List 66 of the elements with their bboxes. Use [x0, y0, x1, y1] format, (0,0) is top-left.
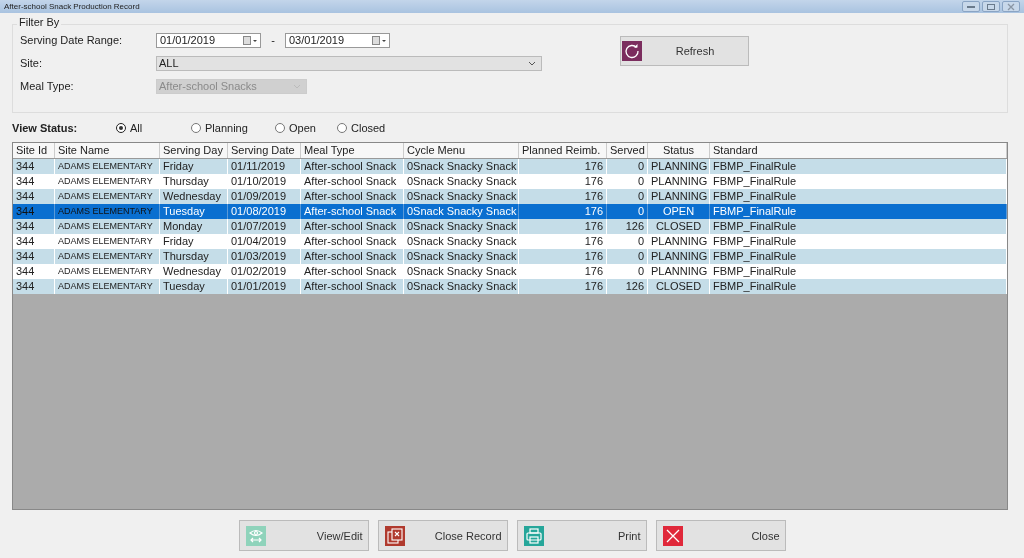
table-cell: Tuesday: [160, 279, 228, 294]
calendar-dropdown-icon: [243, 35, 257, 45]
site-dropdown[interactable]: ALL: [156, 55, 542, 71]
table-row[interactable]: 344 ADAMS ELEMENTARY Tuesday 01/01/2019 After-school Snack 0Snack Snacky Snack 176 126 CLOSED FBMP_FinalRule: [13, 279, 1007, 294]
table-row[interactable]: 344 ADAMS ELEMENTARY Thursday 01/03/2019 After-school Snack 0Snack Snacky Snack 176 0 PLANNING FBMP_FinalRule: [13, 249, 1007, 264]
table-cell: After-school Snack: [301, 279, 404, 294]
column-header[interactable]: Serving Date: [228, 143, 301, 158]
chevron-down-icon: [528, 60, 536, 66]
eye-icon: [245, 525, 266, 546]
field-label: Meal Type:: [20, 80, 75, 92]
column-header[interactable]: Served: [607, 143, 648, 158]
close-icon: [662, 525, 683, 546]
refresh-icon: [622, 41, 642, 61]
column-header[interactable]: Status: [648, 143, 710, 158]
close-record-icon: [384, 525, 405, 546]
table-row[interactable]: 344 ADAMS ELEMENTARY Wednesday 01/02/2019 After-school Snack 0Snack Snacky Snack 176 0 PLANNING FBMP_FinalRule: [13, 264, 1007, 279]
table-cell: CLOSED: [648, 279, 710, 294]
radio-button[interactable]: [337, 123, 347, 133]
radio-button[interactable]: [275, 123, 285, 133]
refresh-button[interactable]: Refresh: [620, 36, 749, 66]
table-row[interactable]: 344 ADAMS ELEMENTARY Friday 01/04/2019 After-school Snack 0Snack Snacky Snack 176 0 PLANNING FBMP_FinalRule: [13, 234, 1007, 249]
close-window-button[interactable]: [1002, 1, 1020, 12]
action-button[interactable]: Close: [655, 520, 786, 551]
field-label: Serving Date Range:: [20, 34, 124, 46]
column-header[interactable]: Serving Day: [160, 143, 228, 158]
radio-label[interactable]: Closed: [351, 122, 386, 134]
table-cell: 0Snack Snacky Snack: [404, 279, 519, 294]
printer-icon: [523, 525, 544, 546]
field-label: Site:: [20, 57, 43, 69]
table-row[interactable]: 344 ADAMS ELEMENTARY Monday 01/07/2019 After-school Snack 0Snack Snacky Snack 176 126 CLOSED FBMP_FinalRule: [13, 219, 1007, 234]
radio-label[interactable]: Planning: [205, 122, 248, 134]
table-cell: 344: [13, 279, 55, 294]
minimize-icon: [966, 3, 976, 10]
maximize-button[interactable]: [982, 1, 1000, 12]
table-row[interactable]: 344 ADAMS ELEMENTARY Thursday 01/10/2019 After-school Snack 0Snack Snacky Snack 176 0 PLANNING FBMP_FinalRule: [13, 174, 1007, 189]
table-row[interactable]: 344 ADAMS ELEMENTARY Tuesday 01/08/2019 After-school Snack 0Snack Snacky Snack 176 0 OPEN FBMP_FinalRule: [13, 204, 1007, 219]
action-button[interactable]: Close Record: [377, 520, 508, 551]
column-header[interactable]: Meal Type: [301, 143, 404, 158]
column-header[interactable]: Site Name: [55, 143, 160, 158]
table-row[interactable]: 344 ADAMS ELEMENTARY Friday 01/11/2019 After-school Snack 0Snack Snacky Snack 176 0 PLANNING FBMP_FinalRule: [13, 159, 1007, 174]
radio-button[interactable]: [191, 123, 201, 133]
date-field[interactable]: 03/01/2019: [285, 32, 390, 48]
table-cell: 176: [519, 279, 607, 294]
calendar-dropdown-icon: [372, 35, 386, 45]
table-cell: 126: [607, 279, 648, 294]
column-header[interactable]: Standard: [710, 143, 1007, 158]
maximize-icon: [986, 2, 996, 11]
group-legend: Filter By: [17, 16, 62, 28]
table-cell: 01/01/2019: [228, 279, 301, 294]
range-separator: -: [270, 34, 276, 46]
table-cell: FBMP_FinalRule: [710, 279, 1007, 294]
table-row[interactable]: 344 ADAMS ELEMENTARY Wednesday 01/09/2019 After-school Snack 0Snack Snacky Snack 176 0 PLANNING FBMP_FinalRule: [13, 189, 1007, 204]
column-header[interactable]: Cycle Menu: [404, 143, 519, 158]
minimize-button[interactable]: [962, 1, 980, 12]
action-button[interactable]: Print: [516, 520, 647, 551]
column-header[interactable]: Site Id: [13, 143, 55, 158]
action-button[interactable]: View/Edit: [238, 520, 369, 551]
window-title: After-school Snack Production Record: [4, 2, 140, 11]
radio-label[interactable]: All: [130, 122, 143, 134]
date-field[interactable]: 01/01/2019: [156, 32, 261, 48]
column-header[interactable]: Planned Reimb.: [519, 143, 607, 158]
radio-button[interactable]: [116, 123, 126, 133]
radio-label[interactable]: Open: [289, 122, 316, 134]
close-icon: [1006, 2, 1016, 11]
table-cell: ADAMS ELEMENTARY: [55, 279, 160, 294]
view-status-label: View Status:: [12, 122, 79, 134]
